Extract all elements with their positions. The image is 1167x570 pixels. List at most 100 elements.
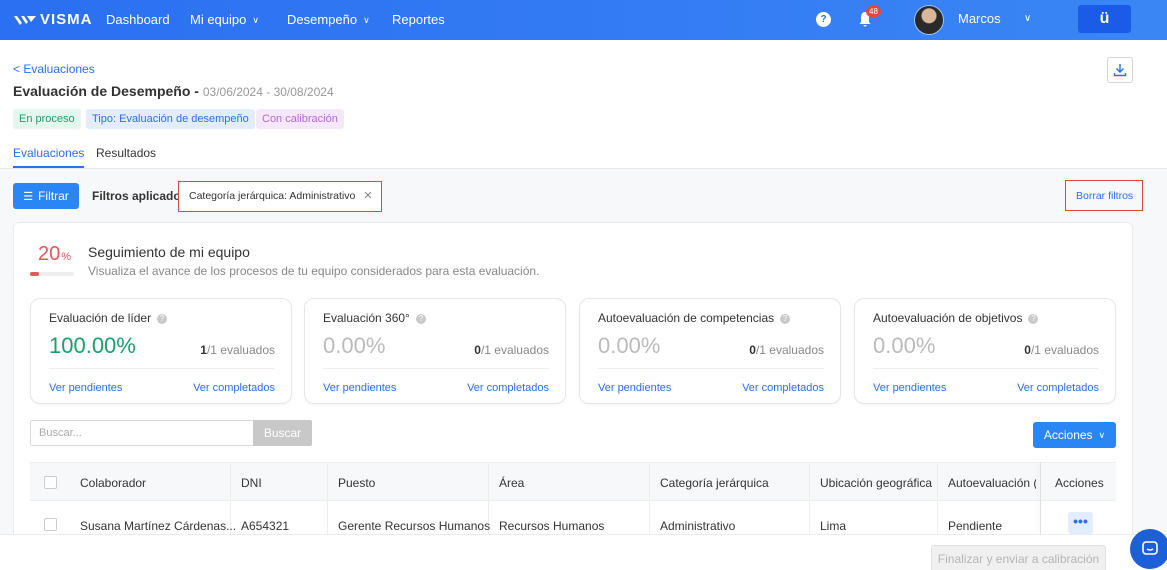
close-icon[interactable]: ✕: [363, 186, 372, 206]
cell-area: Recursos Humanos: [499, 519, 605, 533]
card-divider: [49, 368, 275, 369]
page-title-text: Evaluación de Desempeño -: [13, 83, 203, 99]
search-input[interactable]: [30, 420, 254, 446]
card-divider: [873, 368, 1099, 369]
type-badge: Tipo: Evaluación de desempeño: [86, 109, 255, 129]
card-divider: [323, 368, 549, 369]
card-title: Evaluación de líder?: [49, 311, 168, 325]
card-count-done: 1: [200, 343, 207, 357]
nav-mi-equipo[interactable]: Mi equipo ∨: [190, 12, 259, 27]
chat-button[interactable]: [1130, 529, 1167, 569]
chevron-down-icon[interactable]: ∨: [1024, 13, 1031, 24]
card-title: Autoevaluación de competencias?: [598, 311, 791, 325]
card-title-text: Evaluación de líder: [49, 311, 152, 325]
top-nav-bar: VISMA Dashboard Mi equipo ∨ Desempeño ∨ Re…: [0, 0, 1167, 40]
card-title-text: Evaluación 360°: [323, 311, 410, 325]
column-divider: [327, 462, 328, 534]
actions-button-label: Acciones: [1043, 428, 1093, 442]
column-header[interactable]: Autoevaluación (C: [948, 476, 1036, 490]
column-header[interactable]: Colaborador: [80, 476, 146, 490]
filter-button-label: Filtrar: [38, 189, 69, 203]
column-header[interactable]: Categoría jerárquica: [660, 476, 769, 490]
card-count-total: /1 evaluados: [755, 343, 824, 357]
question-circle-icon[interactable]: ?: [816, 12, 831, 27]
column-divider: [809, 462, 810, 534]
column-header[interactable]: DNI: [241, 476, 262, 490]
row-checkbox[interactable]: [44, 518, 57, 531]
notification-badge: 48: [866, 6, 881, 17]
card-count-total: /1 evaluados: [206, 343, 275, 357]
tab-evaluaciones[interactable]: Evaluaciones: [13, 146, 85, 168]
question-circle-icon[interactable]: ?: [415, 314, 426, 324]
see-completed-link[interactable]: Ver completados: [467, 382, 549, 394]
nav-reportes[interactable]: Reportes: [392, 12, 445, 27]
column-header[interactable]: Área: [499, 476, 524, 490]
see-pending-link[interactable]: Ver pendientes: [323, 382, 396, 394]
nav-mi-equipo-label: Mi equipo: [190, 12, 247, 27]
column-header[interactable]: Ubicación geográfica: [820, 476, 932, 490]
team-percent-value: 20: [38, 243, 61, 265]
chevron-down-icon: ∨: [252, 15, 259, 25]
nav-dashboard-label: Dashboard: [106, 12, 170, 27]
card-count-done: 0: [1024, 343, 1031, 357]
filter-button[interactable]: ☰ Filtrar: [13, 183, 79, 209]
actions-dropdown-button[interactable]: Acciones ∨: [1033, 422, 1116, 448]
download-button[interactable]: [1107, 57, 1133, 83]
card-value: 0.00%: [873, 333, 936, 358]
card-autoevaluacion-objetivos: Autoevaluación de objetivos? 0.00% 0/1 e…: [854, 298, 1116, 404]
calibration-badge: Con calibración: [256, 109, 344, 129]
applied-filters-label: Filtros aplicados:: [92, 189, 192, 203]
cell-dni: A654321: [241, 519, 290, 533]
avatar[interactable]: [914, 5, 944, 35]
see-pending-link[interactable]: Ver pendientes: [873, 382, 946, 394]
card-title: Evaluación 360°?: [323, 311, 426, 325]
card-title: Autoevaluación de objetivos?: [873, 311, 1039, 325]
see-completed-link[interactable]: Ver completados: [742, 382, 824, 394]
team-progress-fill: [30, 272, 39, 276]
row-actions-menu-button[interactable]: •••: [1068, 512, 1093, 534]
cell-puesto: Gerente Recursos Humanos: [338, 519, 491, 533]
cell-colaborador[interactable]: Susana Martínez Cárdenas...: [80, 519, 236, 533]
column-header[interactable]: Puesto: [338, 476, 375, 490]
filter-icon: ☰: [23, 190, 34, 203]
tab-resultados[interactable]: Resultados: [96, 146, 156, 160]
card-divider: [598, 368, 824, 369]
finalize-calibration-button[interactable]: Finalizar y enviar a calibración: [931, 545, 1106, 570]
card-autoevaluacion-competencias: Autoevaluación de competencias? 0.00% 0/…: [579, 298, 841, 404]
see-pending-link[interactable]: Ver pendientes: [49, 382, 122, 394]
question-circle-icon[interactable]: ?: [157, 314, 168, 324]
visma-logo[interactable]: VISMA: [14, 11, 93, 28]
see-completed-link[interactable]: Ver completados: [193, 382, 275, 394]
filter-chip[interactable]: Categoría jerárquica: Administrativo ✕: [183, 186, 379, 206]
nav-dashboard[interactable]: Dashboard: [106, 12, 170, 27]
see-completed-link[interactable]: Ver completados: [1017, 382, 1099, 394]
card-title-text: Autoevaluación de competencias: [598, 311, 775, 325]
column-header: Acciones: [1055, 476, 1104, 490]
nav-desempeno-label: Desempeño: [287, 12, 358, 27]
card-count: 1/1 evaluados: [200, 343, 275, 357]
team-tracking-title: Seguimiento de mi equipo: [88, 244, 250, 260]
user-name[interactable]: Marcos: [958, 11, 1001, 26]
see-pending-link[interactable]: Ver pendientes: [598, 382, 671, 394]
actions-column-divider: [1040, 462, 1041, 534]
search-button[interactable]: Buscar: [253, 420, 312, 446]
brand-name: VISMA: [40, 11, 93, 28]
back-to-evaluaciones-link[interactable]: < Evaluaciones: [13, 62, 95, 76]
team-percent-unit: %: [61, 251, 72, 263]
cell-categoria: Administrativo: [660, 519, 736, 533]
question-circle-icon[interactable]: ?: [1028, 314, 1039, 324]
card-value: 100.00%: [49, 333, 136, 358]
question-circle-icon[interactable]: ?: [780, 314, 791, 324]
team-tracking-subtitle: Visualiza el avance de los procesos de t…: [88, 264, 540, 278]
visma-logo-icon: [14, 15, 36, 25]
column-divider: [937, 462, 938, 534]
select-all-checkbox[interactable]: [44, 476, 57, 489]
chevron-down-icon: ∨: [363, 15, 370, 25]
app-launcher-button[interactable]: ü: [1078, 5, 1131, 33]
card-count-total: /1 evaluados: [480, 343, 549, 357]
nav-reportes-label: Reportes: [392, 12, 445, 27]
card-count-total: /1 evaluados: [1030, 343, 1099, 357]
card-title-text: Autoevaluación de objetivos: [873, 311, 1023, 325]
clear-filters-link[interactable]: Borrar filtros: [1076, 190, 1133, 202]
nav-desempeno[interactable]: Desempeño ∨: [287, 12, 370, 27]
